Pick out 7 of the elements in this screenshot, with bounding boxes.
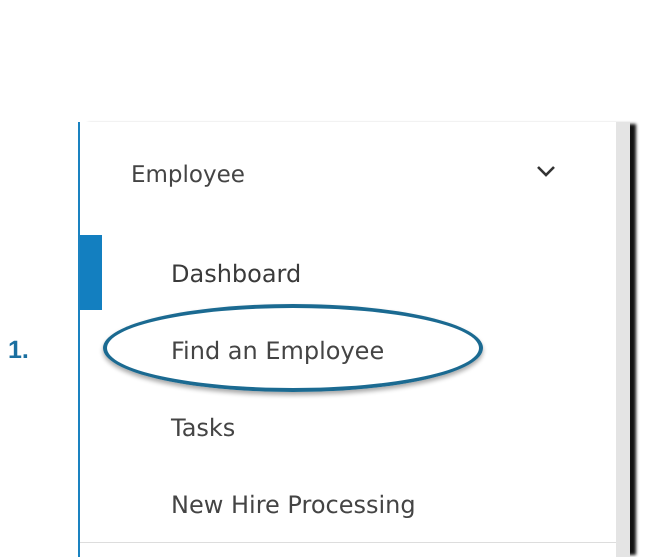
step-number: 1.	[8, 336, 29, 365]
menu-item[interactable]: Dashboard	[171, 260, 302, 288]
menu-item[interactable]: New Hire Processing	[171, 490, 416, 518]
menu-title: Employee	[131, 162, 245, 188]
menu-item[interactable]: Find an Employee	[171, 336, 384, 364]
menu-item[interactable]: Tasks	[171, 414, 236, 442]
chevron-icon[interactable]	[536, 164, 556, 176]
